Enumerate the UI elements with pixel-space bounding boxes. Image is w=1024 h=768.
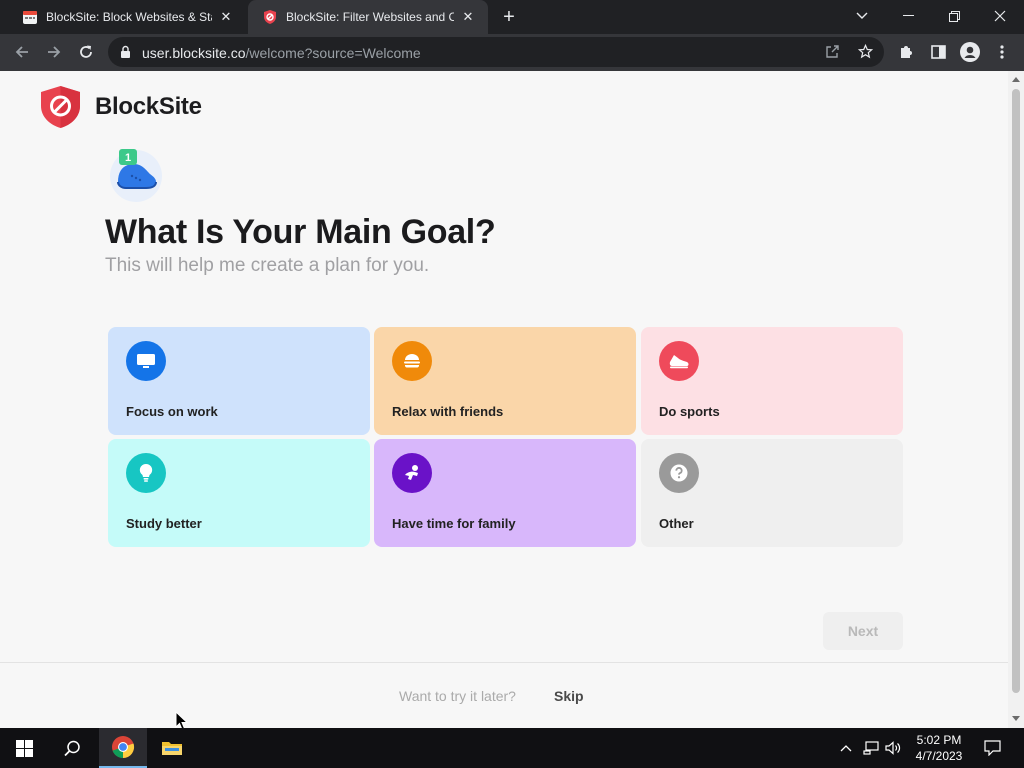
goal-label: Focus on work <box>126 404 218 419</box>
file-explorer-icon[interactable] <box>148 728 196 768</box>
sneaker-icon <box>669 355 689 369</box>
goal-label: Do sports <box>659 404 720 419</box>
clock-time: 5:02 PM <box>916 733 962 747</box>
step-one-shoe-icon: 1 <box>110 149 162 202</box>
skip-link[interactable]: Skip <box>554 688 584 704</box>
goal-icon-circle <box>392 453 432 493</box>
new-tab-button[interactable]: + <box>498 6 520 28</box>
page-content: BlockSite 1 What Is Your Main Goal? This… <box>0 71 1008 728</box>
goal-card-have-time-for-family[interactable]: Have time for family <box>374 439 636 547</box>
mouse-cursor-icon <box>175 711 189 728</box>
tab-title: BlockSite: Filter Websites and Co <box>286 10 454 24</box>
tab-close-icon[interactable]: ✕ <box>460 9 476 25</box>
back-icon[interactable] <box>8 38 36 66</box>
clock-date: 4/7/2023 <box>915 749 963 763</box>
extensions-puzzle-icon[interactable] <box>892 38 920 66</box>
start-windows-icon[interactable] <box>0 728 48 768</box>
close-window-icon[interactable] <box>978 0 1022 32</box>
lock-icon <box>121 45 130 58</box>
goal-label: Have time for family <box>392 516 516 531</box>
goal-icon-circle <box>126 453 166 493</box>
tab-search-chevron-icon[interactable] <box>840 0 884 32</box>
family-icon <box>405 465 418 480</box>
more-menu-icon[interactable] <box>988 38 1016 66</box>
goal-label: Study better <box>126 516 202 531</box>
scroll-down-arrow-icon[interactable] <box>1012 716 1020 721</box>
goal-label: Relax with friends <box>392 404 504 419</box>
page-subtitle: This will help me create a plan for you. <box>105 255 430 276</box>
tab-title: BlockSite: Block Websites & Stay <box>46 10 212 24</box>
windows-taskbar: 5:02 PM 4/7/2023 <box>0 728 1024 768</box>
page-scrollbar[interactable] <box>1008 71 1024 728</box>
goal-card-focus-on-work[interactable]: Focus on work <box>108 327 370 435</box>
burger-icon <box>404 354 420 368</box>
goal-icon-circle <box>126 341 166 381</box>
question-icon <box>670 464 688 482</box>
goal-icon-circle <box>659 341 699 381</box>
browser-tab-strip: BlockSite: Block Websites & Stay ✕ Block… <box>0 0 1024 34</box>
page-title: What Is Your Main Goal? <box>105 213 496 251</box>
share-icon[interactable] <box>825 45 840 59</box>
goal-label: Other <box>659 516 694 531</box>
lightbulb-icon <box>139 463 153 482</box>
try-later-text: Want to try it later? <box>399 688 516 704</box>
brand-logo[interactable]: BlockSite <box>37 84 202 130</box>
goal-card-other[interactable]: Other <box>641 439 903 547</box>
tab-close-icon[interactable]: ✕ <box>218 9 234 25</box>
monitor-icon <box>137 354 155 368</box>
notifications-icon[interactable] <box>978 728 1006 768</box>
blocksite-shield-icon <box>41 86 80 128</box>
browser-tab-2[interactable]: BlockSite: Filter Websites and Co ✕ <box>248 0 488 34</box>
next-button[interactable]: Next <box>823 612 903 650</box>
search-icon[interactable] <box>48 728 96 768</box>
chrome-taskbar-icon[interactable] <box>99 728 147 768</box>
calendar-favicon-icon <box>23 11 37 24</box>
reload-icon[interactable] <box>72 38 100 66</box>
goal-icon-circle <box>659 453 699 493</box>
profile-icon[interactable] <box>956 38 984 66</box>
browser-toolbar: user.blocksite.co/welcome?source=Welcome <box>0 34 1024 71</box>
step-number: 1 <box>125 152 131 164</box>
restore-icon[interactable] <box>932 0 976 32</box>
system-clock[interactable]: 5:02 PM 4/7/2023 <box>906 732 972 764</box>
scroll-up-arrow-icon[interactable] <box>1012 77 1020 82</box>
side-panel-icon[interactable] <box>924 38 952 66</box>
blocksite-favicon-icon <box>264 10 276 24</box>
url-path: /welcome?source=Welcome <box>245 45 421 61</box>
browser-tab-1[interactable]: BlockSite: Block Websites & Stay ✕ <box>8 0 246 34</box>
network-icon[interactable] <box>862 728 880 768</box>
volume-icon[interactable] <box>884 728 902 768</box>
url-text: user.blocksite.co/welcome?source=Welcome <box>142 45 421 61</box>
goal-card-study-better[interactable]: Study better <box>108 439 370 547</box>
scrollbar-thumb[interactable] <box>1012 89 1020 693</box>
footer-divider <box>0 662 1008 663</box>
minimize-icon[interactable] <box>886 0 930 32</box>
tray-chevron-up-icon[interactable] <box>838 728 854 768</box>
goal-card-relax-with-friends[interactable]: Relax with friends <box>374 327 636 435</box>
goal-card-do-sports[interactable]: Do sports <box>641 327 903 435</box>
address-bar[interactable]: user.blocksite.co/welcome?source=Welcome <box>108 37 884 67</box>
forward-icon[interactable] <box>40 38 68 66</box>
brand-name: BlockSite <box>95 93 202 120</box>
bookmark-star-icon[interactable] <box>858 44 873 59</box>
goal-icon-circle <box>392 341 432 381</box>
url-host: user.blocksite.co <box>142 45 246 61</box>
goal-options-grid: Focus on work Relax with friends Do spor… <box>108 327 904 547</box>
